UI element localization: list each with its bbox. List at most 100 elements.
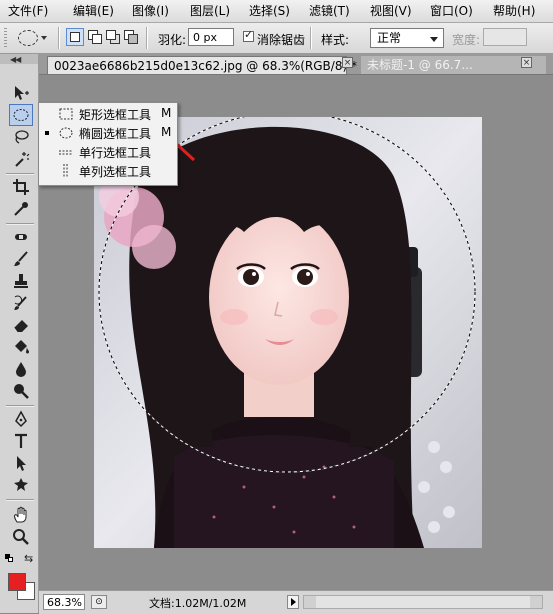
flyout-item-single-row-marquee[interactable]: 单行选框工具 <box>39 143 177 161</box>
tab-title: 0023ae6686b215d0e13c62.jpg @ 68.3%(RGB/8… <box>54 59 357 73</box>
toolbox-header[interactable]: ◀◀ <box>0 54 38 64</box>
single-row-marquee-icon <box>59 150 73 155</box>
status-info-icon[interactable]: ⊙ <box>91 595 107 609</box>
tab-document-active[interactable]: 0023ae6686b215d0e13c62.jpg @ 68.3%(RGB/8… <box>47 56 357 74</box>
paint-bucket-tool[interactable] <box>9 336 33 358</box>
custom-shape-tool[interactable] <box>9 474 33 496</box>
swap-colors-icon[interactable]: ⇆ <box>24 552 33 565</box>
flyout-label: 椭圆选框工具 <box>79 127 152 141</box>
menu-window[interactable]: 窗口(O) <box>430 3 473 19</box>
spot-healing-tool[interactable] <box>9 226 33 248</box>
scroll-left-button[interactable] <box>304 596 316 608</box>
bandage-icon <box>15 234 27 240</box>
shape-icon <box>14 478 28 491</box>
blur-tool[interactable] <box>9 358 33 380</box>
new-selection-button[interactable] <box>66 28 84 46</box>
status-menu-arrow-icon[interactable] <box>287 595 299 609</box>
eraser-icon <box>13 320 28 333</box>
flyout-item-rect-marquee[interactable]: 矩形选框工具 M <box>39 105 177 123</box>
flyout-item-ellipse-marquee[interactable]: 椭圆选框工具 M <box>39 124 177 142</box>
menu-image[interactable]: 图像(I) <box>132 3 169 19</box>
tab-document-untitled[interactable]: 未标题-1 @ 66.7... <box>361 56 546 74</box>
move-icon <box>15 86 29 100</box>
history-brush-icon <box>14 295 27 310</box>
crop-tool[interactable] <box>9 176 33 198</box>
subtract-from-selection-button[interactable] <box>104 28 122 46</box>
lasso-tool[interactable] <box>9 126 33 148</box>
pen-tool[interactable] <box>9 408 33 430</box>
antialias-checkbox[interactable] <box>243 28 254 42</box>
tab-title: 未标题-1 @ 66.7... <box>367 58 473 72</box>
water-drop-icon <box>16 362 26 377</box>
divider <box>58 27 60 49</box>
menu-bar: 文件(F) 编辑(E) 图像(I) 图层(L) 选择(S) 滤镜(T) 视图(V… <box>0 0 553 23</box>
ellipse-marquee-icon <box>59 127 73 139</box>
menu-layer[interactable]: 图层(L) <box>190 3 230 19</box>
move-tool[interactable] <box>9 82 33 104</box>
intersect-selection-button[interactable] <box>122 28 140 46</box>
flyout-shortcut: M <box>161 106 172 120</box>
zoom-tool[interactable] <box>9 526 33 548</box>
toolbox: ◀◀ ⇆ <box>0 54 39 613</box>
ellipse-marquee-icon <box>13 109 29 121</box>
flyout-shortcut: M <box>161 125 172 139</box>
divider <box>310 27 312 49</box>
elliptical-marquee-tool[interactable] <box>9 104 33 126</box>
close-tab-icon[interactable]: × <box>342 57 353 68</box>
lasso-icon <box>15 130 29 144</box>
single-column-marquee-icon <box>63 164 68 178</box>
width-input[interactable] <box>483 28 527 46</box>
brush-tool[interactable] <box>9 248 33 270</box>
chevron-down-icon <box>41 36 47 40</box>
document-tabs: 0023ae6686b215d0e13c62.jpg @ 68.3%(RGB/8… <box>39 54 553 75</box>
add-to-selection-button[interactable] <box>86 28 104 46</box>
scroll-right-button[interactable] <box>530 596 542 608</box>
dodge-tool[interactable] <box>9 380 33 402</box>
menu-help[interactable]: 帮助(H) <box>493 3 535 19</box>
menu-file[interactable]: 文件(F) <box>8 3 48 19</box>
path-select-icon <box>17 456 26 471</box>
zoom-level-field[interactable]: 68.3% <box>43 594 85 610</box>
close-tab-icon[interactable]: × <box>521 57 532 68</box>
flyout-label: 单列选框工具 <box>79 165 152 179</box>
crop-icon <box>13 179 29 195</box>
path-selection-tool[interactable] <box>9 452 33 474</box>
stamp-icon <box>14 274 28 288</box>
width-label: 宽度: <box>452 33 481 47</box>
history-brush-tool[interactable] <box>9 292 33 314</box>
hand-tool[interactable] <box>9 504 33 526</box>
options-bar: 羽化: 0 px 消除锯齿 样式: 正常 宽度: <box>0 23 553 54</box>
flyout-label: 单行选框工具 <box>79 146 152 160</box>
default-colors-icon[interactable] <box>5 554 13 562</box>
menu-select[interactable]: 选择(S) <box>249 3 290 19</box>
flyout-item-single-column-marquee[interactable]: 单列选框工具 <box>39 162 177 180</box>
menu-edit[interactable]: 编辑(E) <box>73 3 114 19</box>
ellipse-marquee-icon <box>18 30 38 46</box>
menu-view[interactable]: 视图(V) <box>370 3 412 19</box>
flyout-label: 矩形选框工具 <box>79 108 152 122</box>
chevron-down-icon <box>430 37 438 42</box>
document-size-info: 文档:1.02M/1.02M <box>149 597 247 610</box>
menu-filter[interactable]: 滤镜(T) <box>309 3 350 19</box>
marquee-tool-flyout: 矩形选框工具 M 椭圆选框工具 M 单行选框工具 单列选框工具 <box>38 102 178 186</box>
eraser-tool[interactable] <box>9 314 33 336</box>
options-bar-grip[interactable] <box>4 28 7 48</box>
foreground-color-swatch[interactable] <box>8 573 26 591</box>
feather-label: 羽化: <box>158 33 187 47</box>
dodge-icon <box>14 384 29 399</box>
magic-wand-tool[interactable] <box>9 148 33 170</box>
horizontal-scrollbar[interactable] <box>303 595 543 609</box>
antialias-label: 消除锯齿 <box>257 33 306 47</box>
style-label: 样式: <box>321 33 350 47</box>
selected-bullet-icon <box>45 131 49 135</box>
magnifier-icon <box>13 529 29 545</box>
type-tool[interactable] <box>9 430 33 452</box>
clone-stamp-tool[interactable] <box>9 270 33 292</box>
feather-input[interactable]: 0 px <box>188 28 234 46</box>
pen-icon <box>15 410 27 428</box>
tool-preset-picker[interactable] <box>14 27 48 49</box>
style-dropdown[interactable]: 正常 <box>370 28 444 48</box>
eyedropper-icon <box>14 202 28 216</box>
status-bar: 68.3% ⊙ 文档:1.02M/1.02M <box>39 590 553 614</box>
eyedropper-tool[interactable] <box>9 198 33 220</box>
